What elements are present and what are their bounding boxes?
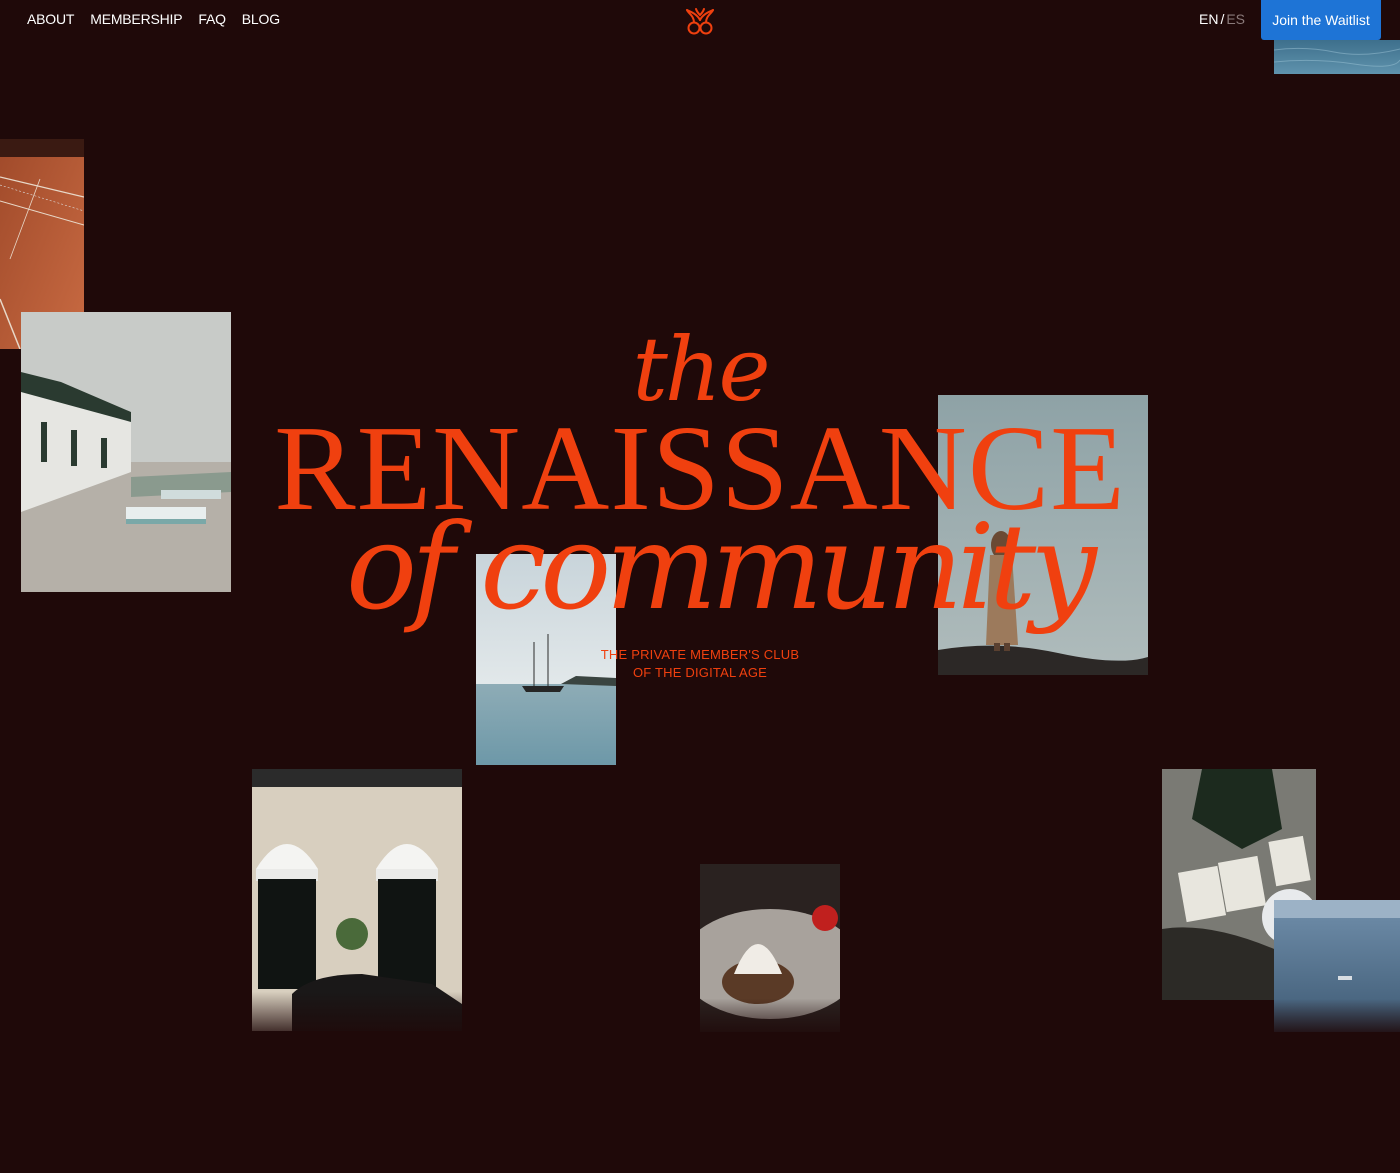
lang-es[interactable]: ES [1226,11,1245,27]
photo-beach-loungers [21,312,231,592]
photo-dessert-table [700,864,840,1032]
photo-open-sea [1274,900,1400,1032]
photo-woman-shore [938,395,1148,675]
nav-about[interactable]: ABOUT [27,11,74,27]
lang-en[interactable]: EN [1199,11,1218,27]
photo-building-awnings [252,769,462,1031]
join-waitlist-button[interactable]: Join the Waitlist [1261,0,1381,40]
nav-blog[interactable]: BLOG [242,11,280,27]
photo-sea-top [1274,40,1400,74]
nav-membership[interactable]: MEMBERSHIP [90,11,182,27]
main-nav: ABOUT MEMBERSHIP FAQ BLOG [27,11,280,27]
hero-tagline: THE PRIVATE MEMBER'S CLUB OF THE DIGITAL… [0,646,1400,682]
tagline-line-1: THE PRIVATE MEMBER'S CLUB [600,647,800,662]
language-switcher: EN / ES [1199,11,1245,27]
club-monogram-icon[interactable] [684,6,716,36]
lang-separator: / [1220,11,1225,27]
tagline-line-2: OF THE DIGITAL AGE [632,665,768,680]
nav-faq[interactable]: FAQ [198,11,226,27]
